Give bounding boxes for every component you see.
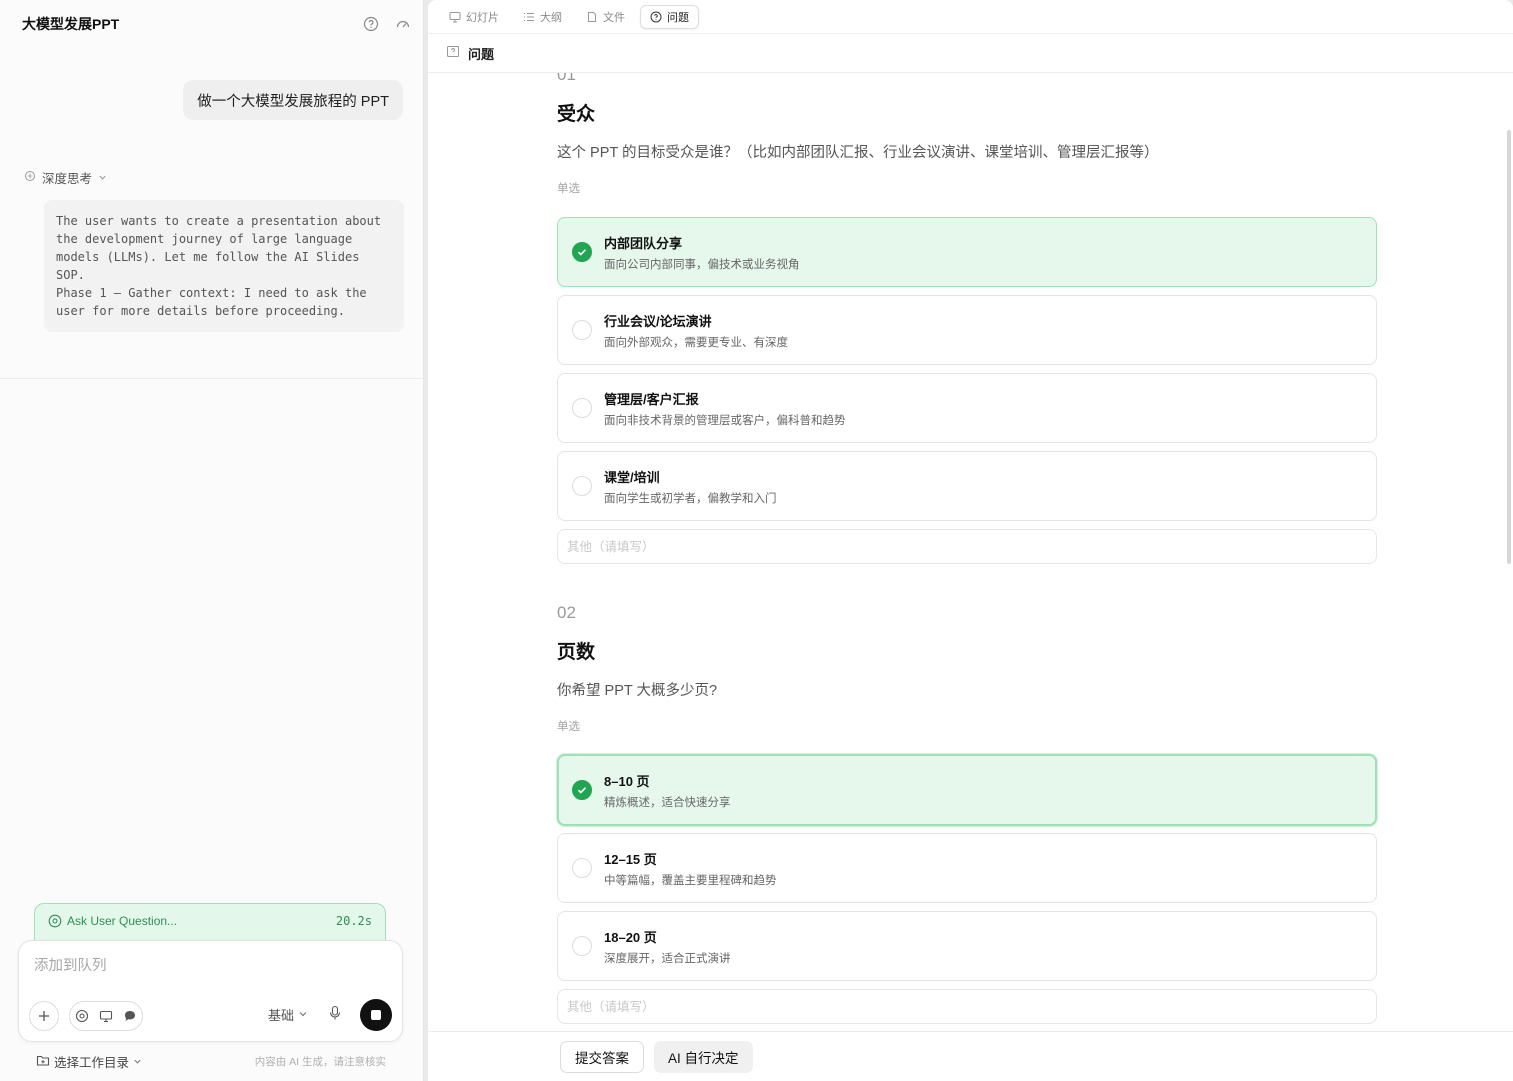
tool-toggles <box>69 1001 143 1031</box>
question-box-icon <box>446 45 460 62</box>
tab-label: 大纲 <box>540 12 562 24</box>
monitor-icon[interactable] <box>94 1002 118 1030</box>
option-label: 12–15 页 <box>604 852 657 867</box>
tab-questions[interactable]: 问题 <box>640 5 699 29</box>
chat-title: 大模型发展PPT <box>22 16 120 32</box>
outline-icon <box>524 13 534 21</box>
option-card[interactable]: 12–15 页 中等篇幅，覆盖主要里程碑和趋势 <box>557 833 1377 903</box>
eye-icon <box>48 914 62 931</box>
ai-decide-button[interactable]: AI 自行决定 <box>654 1041 753 1073</box>
brain-icon <box>24 170 36 185</box>
radio-icon <box>572 398 592 418</box>
section-header: 问题 <box>428 33 1513 73</box>
composer: 基础 <box>18 940 403 1042</box>
option-card[interactable]: 课堂/培训 面向学生或初学者，偏教学和入门 <box>557 451 1377 521</box>
questions-scroll[interactable]: 01 受众 这个 PPT 的目标受众是谁？（比如内部团队汇报、行业会议演讲、课堂… <box>428 73 1513 1031</box>
option-label: 18–20 页 <box>604 930 657 945</box>
plus-icon <box>39 1011 49 1021</box>
question-icon <box>650 11 662 23</box>
workdir-label: 选择工作目录 <box>54 1056 130 1070</box>
mode-select[interactable]: 基础 <box>268 1005 308 1024</box>
queue-input[interactable] <box>34 958 374 974</box>
ai-disclaimer: 内容由 AI 生成，请注意核实 <box>254 1056 386 1068</box>
option-label: 行业会议/论坛演讲 <box>604 314 712 329</box>
tab-label: 幻灯片 <box>466 12 499 24</box>
option-card[interactable]: 行业会议/论坛演讲 面向外部观众，需要更专业、有深度 <box>557 295 1377 365</box>
user-message: 做一个大模型发展旅程的 PPT <box>183 80 403 120</box>
other-answer-input[interactable] <box>557 989 1377 1024</box>
question-text: 这个 PPT 的目标受众是谁？（比如内部团队汇报、行业会议演讲、课堂培训、管理层… <box>557 145 1159 161</box>
tab-slides[interactable]: 幻灯片 <box>440 5 508 29</box>
option-card[interactable]: 管理层/客户汇报 面向非技术背景的管理层或客户，偏科普和趋势 <box>557 373 1377 443</box>
microphone-icon[interactable] <box>328 1005 342 1026</box>
stop-icon <box>371 1010 381 1020</box>
deep-think-toggle[interactable]: 深度思考 <box>24 168 107 187</box>
question-number: 01 <box>557 73 576 84</box>
chat-panel: 大模型发展PPT 做一个大模型发展旅程的 PPT 深度思考 The user w… <box>0 0 424 1081</box>
option-label: 内部团队分享 <box>604 236 683 251</box>
submit-answers-button[interactable]: 提交答案 <box>560 1041 644 1073</box>
mode-label: 基础 <box>268 1008 295 1023</box>
option-desc: 面向公司内部同事，偏技术或业务视角 <box>604 259 800 271</box>
section-title: 问题 <box>468 46 495 62</box>
file-icon <box>588 12 596 22</box>
tab-label: 文件 <box>603 12 625 24</box>
gauge-icon[interactable] <box>394 15 412 33</box>
status-label: Ask User Question... <box>67 914 178 928</box>
option-card[interactable]: 8–10 页 精炼概述，适合快速分享 <box>557 754 1377 826</box>
option-card[interactable]: 18–20 页 深度展开，适合正式演讲 <box>557 911 1377 981</box>
slides-icon <box>449 12 461 23</box>
status-time: 20.2s <box>335 914 372 928</box>
question-type: 单选 <box>557 183 580 195</box>
tab-label: 问题 <box>667 12 689 24</box>
workdir-select[interactable]: 选择工作目录 <box>36 1052 142 1071</box>
question-title: 受众 <box>557 104 596 125</box>
option-desc: 深度展开，适合正式演讲 <box>604 953 731 965</box>
other-answer-input[interactable] <box>557 529 1377 564</box>
scrollbar[interactable] <box>1507 130 1511 564</box>
thinking-content: The user wants to create a presentation … <box>44 200 404 332</box>
chat-bubble-icon[interactable] <box>118 1002 142 1030</box>
deep-think-label: 深度思考 <box>42 172 93 186</box>
stop-button[interactable] <box>360 999 392 1031</box>
tab-outline[interactable]: 大纲 <box>514 5 571 29</box>
option-desc: 面向学生或初学者，偏教学和入门 <box>604 493 777 505</box>
chrome-icon[interactable] <box>70 1002 94 1030</box>
action-bar: 提交答案 AI 自行决定 <box>428 1031 1513 1081</box>
option-label: 管理层/客户汇报 <box>604 392 699 407</box>
check-icon <box>572 780 592 800</box>
check-icon <box>572 242 592 262</box>
chevron-down-icon <box>98 171 107 185</box>
tab-files[interactable]: 文件 <box>577 5 634 29</box>
option-desc: 面向非技术背景的管理层或客户，偏科普和趋势 <box>604 415 846 427</box>
radio-icon <box>572 320 592 340</box>
option-desc: 中等篇幅，覆盖主要里程碑和趋势 <box>604 875 777 887</box>
workspace-panel: 幻灯片 大纲 文件 问题 问题 01 受众 这个 PPT 的目标受众是谁？（比如… <box>428 0 1513 1081</box>
chevron-down-icon <box>133 1055 142 1069</box>
option-desc: 精炼概述，适合快速分享 <box>604 797 731 809</box>
chevron-down-icon <box>298 1007 308 1022</box>
question-type: 单选 <box>557 721 580 733</box>
option-label: 8–10 页 <box>604 774 650 789</box>
radio-icon <box>572 476 592 496</box>
option-label: 课堂/培训 <box>604 470 660 485</box>
divider <box>0 378 424 379</box>
radio-icon <box>572 858 592 878</box>
radio-icon <box>572 936 592 956</box>
add-button[interactable] <box>29 1001 59 1031</box>
tab-bar: 幻灯片 大纲 文件 问题 <box>440 5 699 29</box>
question-number: 02 <box>557 603 576 622</box>
composer-footer: 选择工作目录 内容由 AI 生成，请注意核实 <box>36 1052 386 1071</box>
help-chat-icon[interactable] <box>362 15 380 33</box>
tool-status-bar: Ask User Question... 20.2s <box>34 903 386 945</box>
option-card[interactable]: 内部团队分享 面向公司内部同事，偏技术或业务视角 <box>557 217 1377 287</box>
folder-icon <box>36 1054 50 1070</box>
question-title: 页数 <box>557 642 596 663</box>
chat-header: 大模型发展PPT <box>22 14 412 34</box>
option-desc: 面向外部观众，需要更专业、有深度 <box>604 337 788 349</box>
question-text: 你希望 PPT 大概多少页? <box>557 683 718 699</box>
